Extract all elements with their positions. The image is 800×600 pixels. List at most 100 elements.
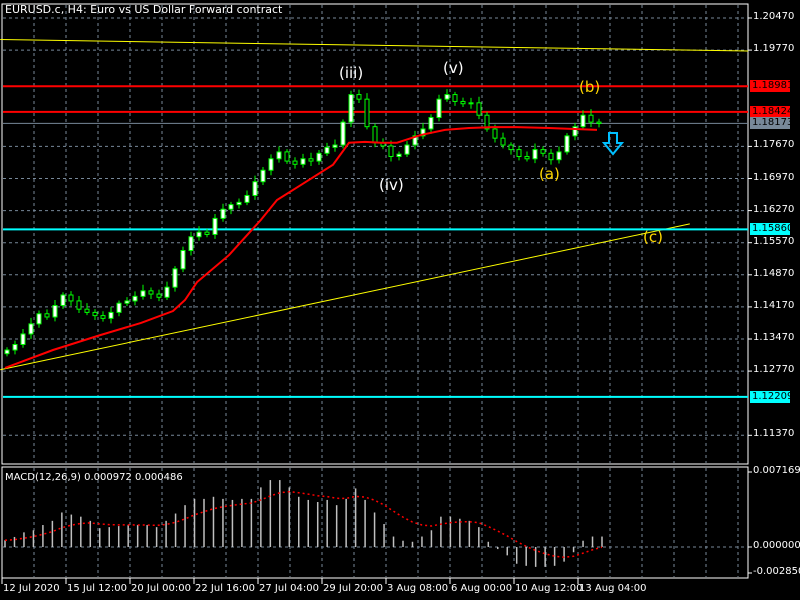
candle-body xyxy=(468,102,474,105)
candle-body xyxy=(516,149,522,157)
candle-body xyxy=(228,204,234,210)
candle-body xyxy=(268,158,274,171)
price-level-tag: 1.12209 xyxy=(750,390,794,403)
price-axis-label: 1.13470 xyxy=(753,332,795,343)
candle-body xyxy=(540,149,546,154)
trendline xyxy=(0,223,690,371)
candle-body xyxy=(156,293,162,298)
candle-body xyxy=(108,311,114,319)
time-axis-label: 27 Jul 04:00 xyxy=(259,583,319,594)
candle-body xyxy=(308,158,314,162)
candle-body xyxy=(20,333,26,346)
wave-label: (iii) xyxy=(339,63,364,82)
time-axis-label: 13 Aug 04:00 xyxy=(579,583,647,594)
candle-body xyxy=(140,290,146,297)
candle-body xyxy=(252,181,258,196)
candle-body xyxy=(460,100,466,105)
candle-body xyxy=(340,121,346,146)
wave-label: (b) xyxy=(579,77,601,96)
candle-body xyxy=(84,308,90,313)
time-axis-label: 29 Jul 20:00 xyxy=(323,583,383,594)
candle-body xyxy=(532,149,538,160)
candle-body xyxy=(588,114,594,123)
price-axis-label: 1.16270 xyxy=(753,203,795,215)
candle-body xyxy=(388,145,394,157)
candle-body xyxy=(596,121,602,124)
price-axis-label: 1.17670 xyxy=(753,139,795,151)
candle-body xyxy=(44,313,50,318)
time-axis-label: 3 Aug 08:00 xyxy=(387,583,449,594)
candle-body xyxy=(492,128,498,139)
upper-line xyxy=(0,39,749,52)
time-axis-label: 15 Jul 12:00 xyxy=(67,583,127,594)
time-axis-label: 22 Jul 16:00 xyxy=(195,583,255,594)
candle-body xyxy=(548,152,554,161)
candle-body xyxy=(452,94,458,102)
candle-body xyxy=(68,294,74,302)
candle-body xyxy=(52,305,58,318)
price-level-tag: 1.18981 xyxy=(750,80,794,93)
time-axis-label: 6 Aug 00:00 xyxy=(451,583,513,594)
wave-label: (v) xyxy=(443,59,464,78)
price-axis-label: 1.20470 xyxy=(753,11,795,22)
candle-body xyxy=(36,313,42,325)
candle-body xyxy=(28,323,34,335)
price-axis-label: 1.11370 xyxy=(753,428,795,440)
candle-body xyxy=(132,295,138,302)
candle-body xyxy=(324,146,330,154)
candle-body xyxy=(260,169,266,183)
candle-body xyxy=(500,137,506,146)
time-axis-label: 12 Jul 2020 xyxy=(3,583,60,594)
wave-label: (a) xyxy=(539,164,560,183)
macd-axis-label: 0.007169 xyxy=(753,465,800,476)
price-axis-label: 1.19770 xyxy=(753,43,795,55)
candle-body xyxy=(316,152,322,162)
price-level-tag: 1.18173 xyxy=(750,117,794,130)
candle-body xyxy=(436,98,442,119)
candle-body xyxy=(60,294,66,307)
candle-body xyxy=(124,300,130,304)
price-axis-label: 1.14870 xyxy=(753,267,795,279)
candle-body xyxy=(164,286,170,298)
macd-axis-label: 0.000000 xyxy=(753,540,800,551)
candle-body xyxy=(396,153,402,157)
candle-body xyxy=(76,300,82,310)
candle-body xyxy=(204,231,210,235)
time-axis-label: 20 Jul 00:00 xyxy=(131,583,191,594)
candle-body xyxy=(524,155,530,160)
candle-body xyxy=(236,201,242,206)
price-level-tag: 1.15860 xyxy=(750,223,794,236)
chart-title: EURUSD.c, H4: Euro vs US Dollar Forward … xyxy=(5,3,283,16)
candle-body xyxy=(4,349,10,355)
candle-body xyxy=(300,158,306,165)
candle-body xyxy=(332,144,338,148)
candle-body xyxy=(508,144,514,151)
price-axis-label: 1.14170 xyxy=(753,299,795,311)
main-pane-frame xyxy=(1,3,749,465)
candle-body xyxy=(276,151,282,160)
candle-body xyxy=(444,94,450,100)
chart-canvas[interactable] xyxy=(0,0,800,600)
candle-body xyxy=(580,114,586,128)
candle-body xyxy=(92,311,98,317)
candle-body xyxy=(244,194,250,203)
candle-body xyxy=(564,135,570,153)
candle-body xyxy=(212,217,218,235)
candle-body xyxy=(196,231,202,238)
candle-body xyxy=(172,268,178,288)
candle-body xyxy=(372,126,378,144)
wave-label: (c) xyxy=(643,227,663,246)
macd-axis-label: -0.002850 xyxy=(753,566,800,577)
candle-body xyxy=(148,290,154,295)
candle-body xyxy=(356,94,362,100)
candle-body xyxy=(292,160,298,165)
price-axis-label: 1.15570 xyxy=(753,235,795,247)
candle-body xyxy=(100,315,106,319)
candle-body xyxy=(404,144,410,155)
candle-body xyxy=(180,249,186,270)
wave-label: (iv) xyxy=(379,176,404,195)
candle-body xyxy=(188,236,194,251)
candle-body xyxy=(348,94,354,123)
candle-body xyxy=(428,117,434,130)
candle-body xyxy=(364,98,370,128)
